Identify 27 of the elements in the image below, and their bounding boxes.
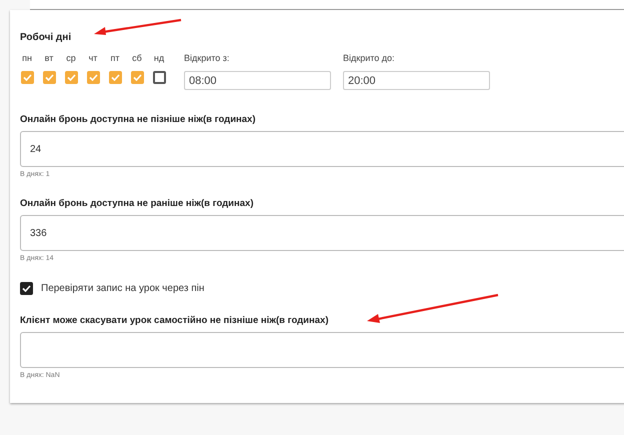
day-label: вт — [44, 53, 54, 63]
checkbox-label: Перевіряти запис на урок через пін — [41, 283, 204, 294]
day-checkbox[interactable] — [152, 71, 166, 84]
day-label: сб — [132, 53, 142, 63]
input-field[interactable]: 336 — [20, 215, 624, 251]
field-label: Онлайн бронь доступна не раніше ніж(в годинах) — [20, 198, 254, 209]
field-label: Клієнт може скасувати урок самостійно не пізніше ніж(в годинах) — [20, 315, 330, 326]
field-label: Відкрито до: — [343, 53, 396, 63]
day-label: ср — [66, 53, 76, 63]
day-checkbox[interactable] — [64, 71, 78, 84]
input-field[interactable]: 24 — [20, 131, 624, 167]
day-label: пт — [110, 53, 120, 63]
time-field[interactable]: 08:00 — [184, 71, 331, 90]
field-label: Відкрито з: — [184, 53, 230, 63]
day-label: нд — [154, 53, 164, 63]
day-label: пн — [22, 53, 32, 63]
checkbox[interactable] — [20, 282, 33, 295]
section-title: Робочі дні — [20, 32, 72, 43]
day-checkbox[interactable] — [108, 71, 122, 84]
time-field[interactable]: 20:00 — [343, 71, 490, 90]
day-checkbox[interactable] — [130, 71, 144, 84]
input-field[interactable] — [20, 332, 624, 368]
day-checkbox[interactable] — [86, 71, 100, 84]
day-checkbox[interactable] — [42, 71, 56, 84]
field-label: Онлайн бронь доступна не пізніше ніж(в годинах) — [20, 114, 257, 125]
day-checkbox[interactable] — [20, 71, 34, 84]
day-label: чт — [88, 53, 98, 63]
